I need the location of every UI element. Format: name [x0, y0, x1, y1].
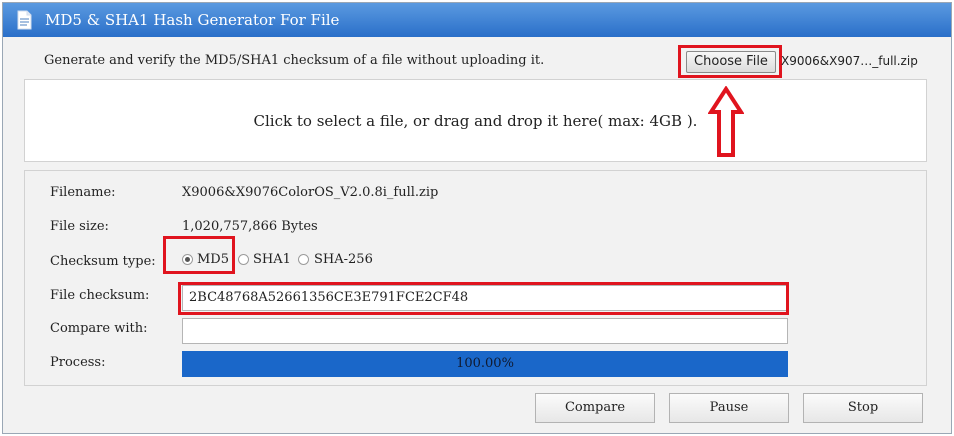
sha1-radio[interactable]: [238, 254, 249, 265]
up-arrow-annotation-icon: [708, 86, 744, 157]
md5-highlight: [163, 236, 235, 274]
intro-text: Generate and verify the MD5/SHA1 checksu…: [44, 53, 545, 68]
filename-label: Filename:: [50, 185, 116, 200]
choose-file-button[interactable]: Choose File: [686, 51, 776, 73]
drop-zone[interactable]: Click to select a file, or drag and drop…: [24, 79, 927, 162]
compare-with-label: Compare with:: [50, 321, 148, 336]
file-checksum-label: File checksum:: [50, 288, 150, 303]
window-title: MD5 & SHA1 Hash Generator For File: [45, 11, 340, 29]
file-checksum-highlight: [178, 282, 789, 315]
filesize-value: 1,020,757,866 Bytes: [182, 219, 318, 234]
progress-text: 100.00%: [456, 356, 514, 371]
checksum-type-label: Checksum type:: [50, 254, 156, 269]
chosen-file-name: X9006&X907…_full.zip: [781, 54, 918, 68]
compare-button[interactable]: Compare: [535, 393, 655, 423]
progress-bar: 100.00%: [182, 351, 788, 377]
sha1-radio-label[interactable]: SHA1: [253, 252, 291, 267]
title-bar: MD5 & SHA1 Hash Generator For File: [3, 3, 951, 37]
drop-zone-text: Click to select a file, or drag and drop…: [253, 112, 698, 130]
document-icon: [17, 10, 32, 30]
filesize-label: File size:: [50, 219, 109, 234]
stop-button[interactable]: Stop: [803, 393, 923, 423]
filename-value: X9006&X9076ColorOS_V2.0.8i_full.zip: [182, 185, 439, 200]
compare-with-input[interactable]: [182, 318, 788, 344]
process-label: Process:: [50, 355, 106, 370]
sha256-radio[interactable]: [298, 254, 309, 265]
pause-button[interactable]: Pause: [669, 393, 789, 423]
sha256-radio-label[interactable]: SHA-256: [314, 252, 373, 267]
